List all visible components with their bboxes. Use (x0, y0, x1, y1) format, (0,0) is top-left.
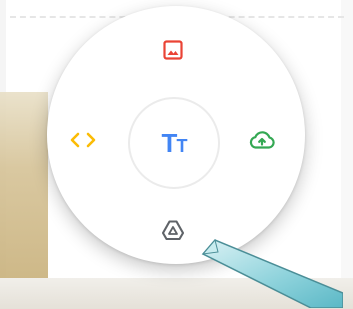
text-icon-large: T (161, 128, 178, 158)
insert-radial-menu: TT (47, 6, 305, 264)
cloud-upload-icon (248, 129, 276, 156)
insert-image-button[interactable] (151, 30, 195, 74)
insert-from-drive-button[interactable] (151, 210, 195, 254)
text-icon: TT (161, 128, 188, 158)
stylus-pointer-icon (201, 238, 343, 308)
google-drive-icon (160, 218, 186, 247)
text-icon-small: T (176, 136, 187, 156)
insert-embed-button[interactable] (61, 120, 105, 164)
background-photo-left (0, 92, 48, 282)
insert-text-button[interactable]: TT (128, 97, 220, 189)
image-icon (162, 39, 184, 66)
embed-code-icon (69, 130, 97, 155)
upload-button[interactable] (240, 120, 284, 164)
